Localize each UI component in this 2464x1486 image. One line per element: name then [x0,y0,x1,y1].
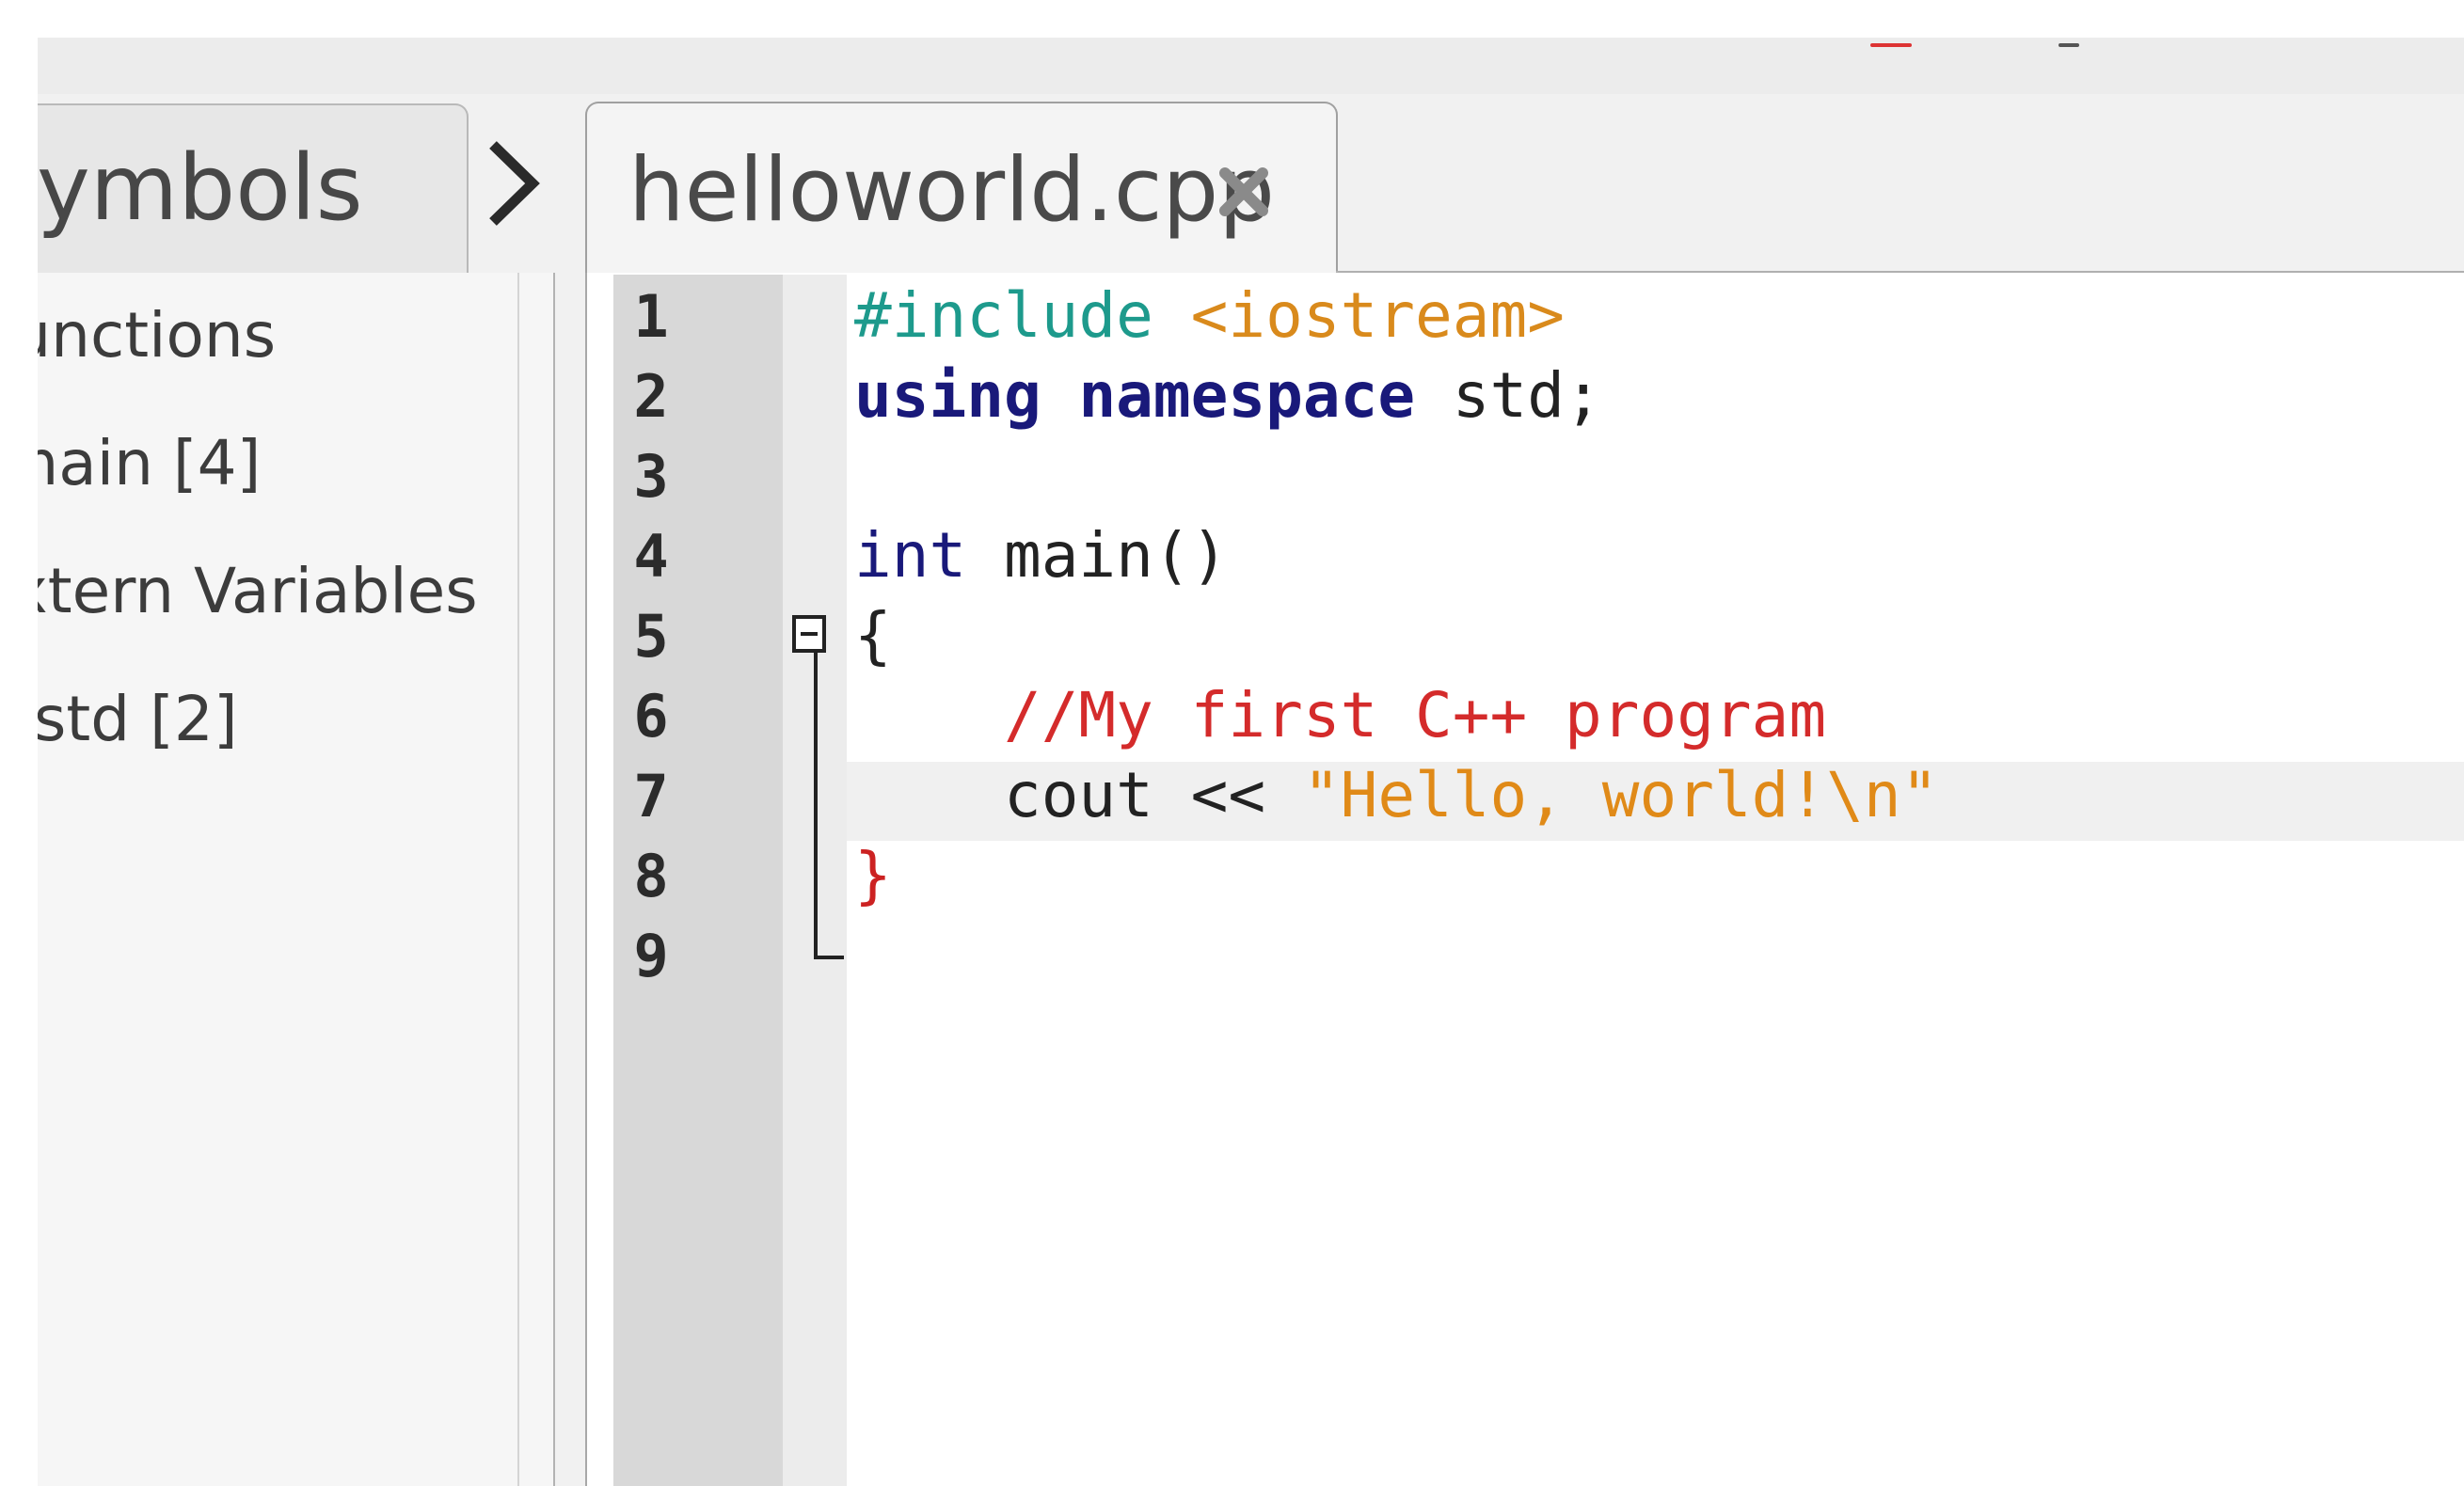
line-number: 5 [633,602,669,671]
code-line-4: int main() [854,525,1228,587]
tab-helloworld-cpp[interactable]: helloworld.cpp [585,102,1338,275]
toolbar-strip [38,38,2464,94]
line-number: 1 [633,282,669,351]
token-keyword: using [854,359,1041,432]
code-line-6: //My first C++ program [854,685,1826,747]
editor-tab-label: helloworld.cpp [628,139,1275,242]
line-number: 3 [633,442,669,511]
close-icon[interactable] [1216,164,1272,220]
token-plain: std; [1415,359,1602,432]
panel-divider [517,273,519,1486]
chevron-right-icon[interactable] [480,132,546,235]
token-type: int [854,519,967,592]
token-preprocessor: #include [854,279,1153,352]
symbols-panel: Functions main [4] Extern Variables std … [38,273,555,1486]
code-line-8: } [854,845,892,907]
tab-symbols-label: Symbols [38,135,363,241]
token-include-path: <iostream> [1153,279,1565,352]
code-line-5: { [854,605,892,667]
token-plain: main() [966,519,1229,592]
code-line-7: cout << "Hello, world!\n" [854,765,1938,827]
symbol-group-extern-variables[interactable]: Extern Variables [38,561,478,623]
fold-guide-line [814,653,818,959]
token-comment: //My first C++ program [1003,679,1827,751]
line-number: 6 [633,682,669,751]
fold-collapse-icon[interactable] [792,615,826,653]
line-number: 7 [633,762,669,830]
line-number: 9 [633,922,669,990]
fold-guide-end [814,956,844,959]
token-brace: { [854,599,892,672]
symbol-group-functions[interactable]: Functions [38,305,276,367]
token-plain: cout << [1003,759,1303,831]
line-number: 8 [633,842,669,910]
token-brace: } [854,839,892,911]
line-number: 4 [633,522,669,591]
token-keyword: namespace [1078,359,1416,432]
code-line-1: #include <iostream> [854,285,1565,347]
code-line-2: using namespace std; [854,365,1602,427]
line-number-gutter: 1 2 3 4 5 6 7 8 9 [613,275,783,1486]
window-top-border [0,0,2464,38]
symbol-item-main[interactable]: main [4] [38,433,261,495]
tab-symbols[interactable]: Symbols [38,103,469,273]
token-string: "Hello, world!\n" [1302,759,1939,831]
symbol-item-std[interactable]: std [2] [38,688,238,751]
line-number: 2 [633,362,669,431]
window-left-border [0,0,38,1486]
